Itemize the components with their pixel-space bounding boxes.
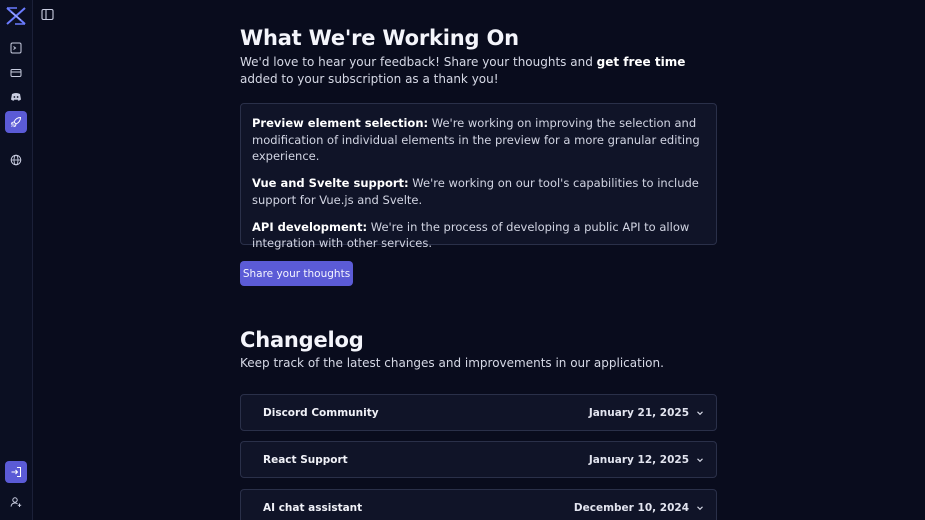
lead-text: We'd love to hear your feedback! Share y… <box>240 55 597 69</box>
terminal-icon <box>10 42 22 54</box>
sidebar <box>0 0 33 520</box>
changelog-subtitle: Keep track of the latest changes and imp… <box>240 356 664 370</box>
feature-name: Preview element selection: <box>252 116 429 130</box>
changelog-entry-title: AI chat assistant <box>263 501 363 514</box>
sign-in-button[interactable] <box>5 461 27 483</box>
feature-item: API development: We're in the process of… <box>252 219 705 252</box>
feature-item: Vue and Svelte support: We're working on… <box>252 175 705 208</box>
changelog-entry[interactable]: React Support January 12, 2025 <box>240 441 717 478</box>
changelog-entry-date: January 21, 2025 <box>588 406 689 419</box>
chevron-down-icon <box>695 408 705 418</box>
rocket-icon <box>10 116 22 128</box>
feature-name: API development: <box>252 219 368 234</box>
sidebar-item-terminal[interactable] <box>5 37 27 59</box>
sidebar-item-language[interactable] <box>5 149 27 171</box>
changelog-entry[interactable]: Discord Community January 21, 2025 <box>240 394 717 431</box>
changelog-entry-date: January 12, 2025 <box>588 453 689 466</box>
lead-bold-text: get free time <box>596 55 686 69</box>
sign-up-button[interactable] <box>5 491 27 513</box>
sidebar-item-whats-new[interactable] <box>5 111 27 133</box>
chevron-down-icon <box>695 455 705 465</box>
share-thoughts-button[interactable]: Share your thoughts <box>240 261 353 286</box>
chevron-down-icon <box>695 503 705 513</box>
sidebar-toggle-icon <box>41 8 54 21</box>
panel-toggle-button[interactable] <box>41 8 54 21</box>
feature-name: Vue and Svelte support: <box>252 176 409 190</box>
discord-icon <box>11 93 21 101</box>
globe-icon <box>10 154 22 166</box>
user-add-icon <box>10 497 22 507</box>
roadmap-card: Preview element selection: We're working… <box>240 103 717 250</box>
card-icon <box>10 69 22 77</box>
changelog-entry-date: December 10, 2024 <box>573 501 689 514</box>
changelog-title: Changelog <box>240 328 364 352</box>
changelog-entry-title: Discord Community <box>263 406 379 419</box>
changelog-entry[interactable]: AI chat assistant December 10, 2024 <box>240 489 717 520</box>
sidebar-item-billing[interactable] <box>5 62 27 84</box>
lead-text-end: added to your subscription as a thank yo… <box>240 71 499 86</box>
feature-item: Preview element selection: We're working… <box>252 115 705 165</box>
page-title: What We're Working On <box>240 26 519 50</box>
app-logo-icon[interactable] <box>5 6 27 26</box>
sidebar-item-discord[interactable] <box>5 86 27 108</box>
sign-in-icon <box>11 467 21 477</box>
feedback-intro: We'd love to hear your feedback! Share y… <box>240 54 718 87</box>
changelog-entry-title: React Support <box>263 453 348 466</box>
